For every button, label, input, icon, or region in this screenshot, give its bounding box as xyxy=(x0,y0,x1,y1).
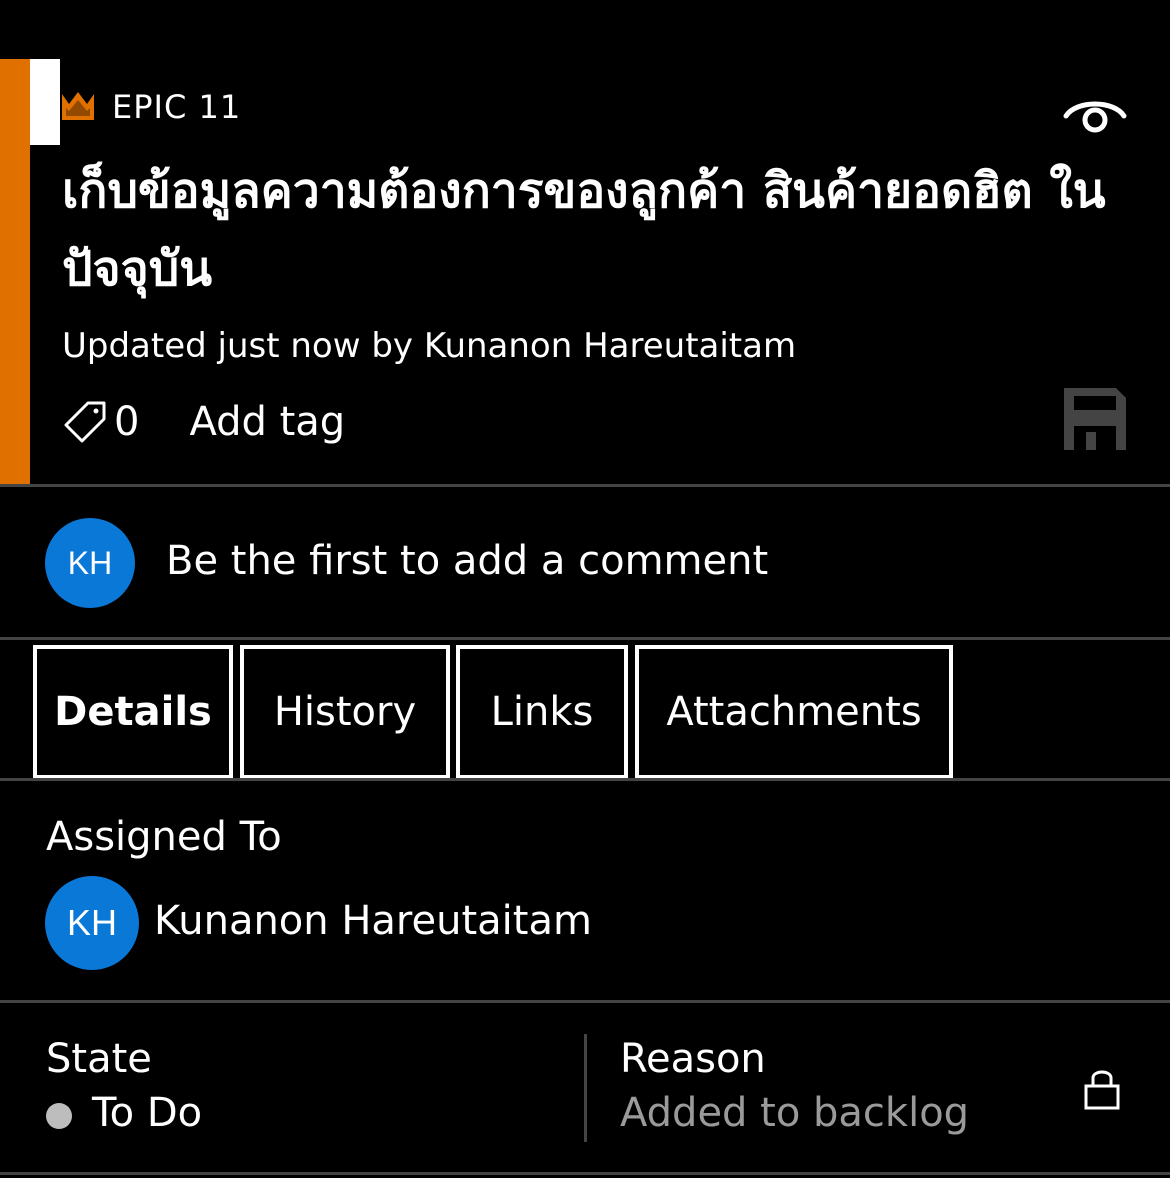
state-label: State xyxy=(46,1036,152,1082)
work-item-type-label: EPIC 11 xyxy=(112,88,242,126)
add-tag-button[interactable]: Add tag xyxy=(189,399,345,445)
work-item-title[interactable]: เก็บข้อมูลความต้องการของลูกค้า สินค้ายอด… xyxy=(62,152,1132,308)
field-separator xyxy=(584,1034,587,1142)
work-item-page: EPIC 11 เก็บข้อมูลความต้องการของลูกค้า ส… xyxy=(0,0,1170,1178)
tab-links[interactable]: Links xyxy=(456,645,628,779)
add-comment-field[interactable]: Be the first to add a comment xyxy=(166,538,768,584)
work-item-header: EPIC 11 เก็บข้อมูลความต้องการของลูกค้า ส… xyxy=(0,0,1170,486)
lock-icon xyxy=(1084,1070,1120,1110)
divider xyxy=(0,637,1170,640)
reason-value: Added to backlog xyxy=(620,1090,970,1136)
reason-label: Reason xyxy=(620,1036,766,1082)
state-value[interactable]: To Do xyxy=(92,1090,202,1136)
tag-count: 0 xyxy=(114,399,140,445)
accent-bar xyxy=(0,59,30,484)
save-icon[interactable] xyxy=(1064,388,1126,450)
divider xyxy=(0,1172,1170,1175)
avatar[interactable]: KH xyxy=(45,876,139,970)
assigned-to-label: Assigned To xyxy=(46,814,282,860)
accent-cap xyxy=(30,59,60,145)
tag-row: 0 Add tag xyxy=(62,394,345,450)
crown-icon xyxy=(62,92,94,120)
updated-text: Updated just now by Kunanon Hareutaitam xyxy=(62,326,797,366)
tab-details[interactable]: Details xyxy=(33,645,233,779)
avatar: KH xyxy=(45,518,135,608)
tab-attachments[interactable]: Attachments xyxy=(635,645,953,779)
divider xyxy=(0,778,1170,781)
assigned-to-value[interactable]: Kunanon Hareutaitam xyxy=(154,898,592,944)
tag-icon xyxy=(64,401,106,443)
tab-history[interactable]: History xyxy=(240,645,450,779)
state-indicator-dot xyxy=(46,1103,72,1129)
eye-icon[interactable] xyxy=(1062,92,1128,136)
divider xyxy=(0,484,1170,487)
divider xyxy=(0,1000,1170,1003)
